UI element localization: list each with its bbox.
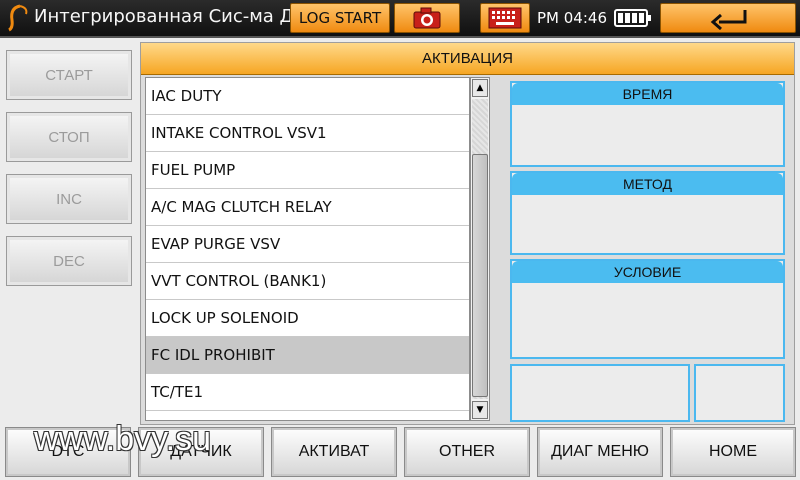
condition-box: УСЛОВИЕ [510,259,785,359]
scroll-down-arrow-icon[interactable]: ▼ [472,401,488,419]
dec-button[interactable]: DEC [6,236,132,286]
home-button[interactable]: HOME [670,427,796,477]
app-title: Интегрированная Сис-ма Ди [34,6,306,27]
condition-label: УСЛОВИЕ [512,261,783,283]
value-box-left [510,364,690,422]
inc-button[interactable]: INC [6,174,132,224]
list-item[interactable]: FUEL PUMP [146,152,469,189]
activate-button[interactable]: АКТИВАТ [271,427,397,477]
back-button[interactable] [660,3,796,33]
keyboard-button[interactable] [480,3,530,33]
logo-icon [8,4,28,32]
panel-title: АКТИВАЦИЯ [141,43,794,75]
clock: PM 04:46 [537,9,607,27]
activation-panel: АКТИВАЦИЯ IAC DUTY INTAKE CONTROL VSV1 F… [140,42,795,425]
camera-button[interactable] [394,3,460,33]
start-button[interactable]: СТАРТ [6,50,132,100]
keyboard-icon [488,7,522,29]
activation-list: IAC DUTY INTAKE CONTROL VSV1 FUEL PUMP A… [145,77,470,421]
time-label: ВРЕМЯ [512,83,783,105]
log-start-button[interactable]: LOG START [290,3,390,33]
stop-button[interactable]: СТОП [6,112,132,162]
list-item[interactable]: A/C MAG CLUTCH RELAY [146,189,469,226]
scroll-thumb[interactable] [472,154,488,397]
list-item[interactable]: LOCK UP SOLENOID [146,300,469,337]
diag-menu-button[interactable]: ДИАГ МЕНЮ [537,427,663,477]
camera-icon [413,7,441,29]
watermark: www.bvy.su [34,420,211,458]
time-box: ВРЕМЯ [510,81,785,167]
back-arrow-icon [710,10,747,30]
list-item-selected[interactable]: FC IDL PROHIBIT [146,337,469,374]
list-item[interactable]: INTAKE CONTROL VSV1 [146,115,469,152]
list-item[interactable]: VVT CONTROL (BANK1) [146,263,469,300]
battery-icon [614,9,651,27]
method-box: МЕТОД [510,171,785,255]
other-button[interactable]: OTHER [404,427,530,477]
method-label: МЕТОД [512,173,783,195]
scroll-up-arrow-icon[interactable]: ▲ [472,79,488,97]
value-box-right [694,364,785,422]
list-scrollbar[interactable]: ▲ ▼ [470,77,490,421]
top-bar: Интегрированная Сис-ма Ди LOG START PM 0… [0,0,800,38]
list-item[interactable]: TC/TE1 [146,374,469,411]
list-item[interactable]: EVAP PURGE VSV [146,226,469,263]
list-item[interactable]: IAC DUTY [146,78,469,115]
